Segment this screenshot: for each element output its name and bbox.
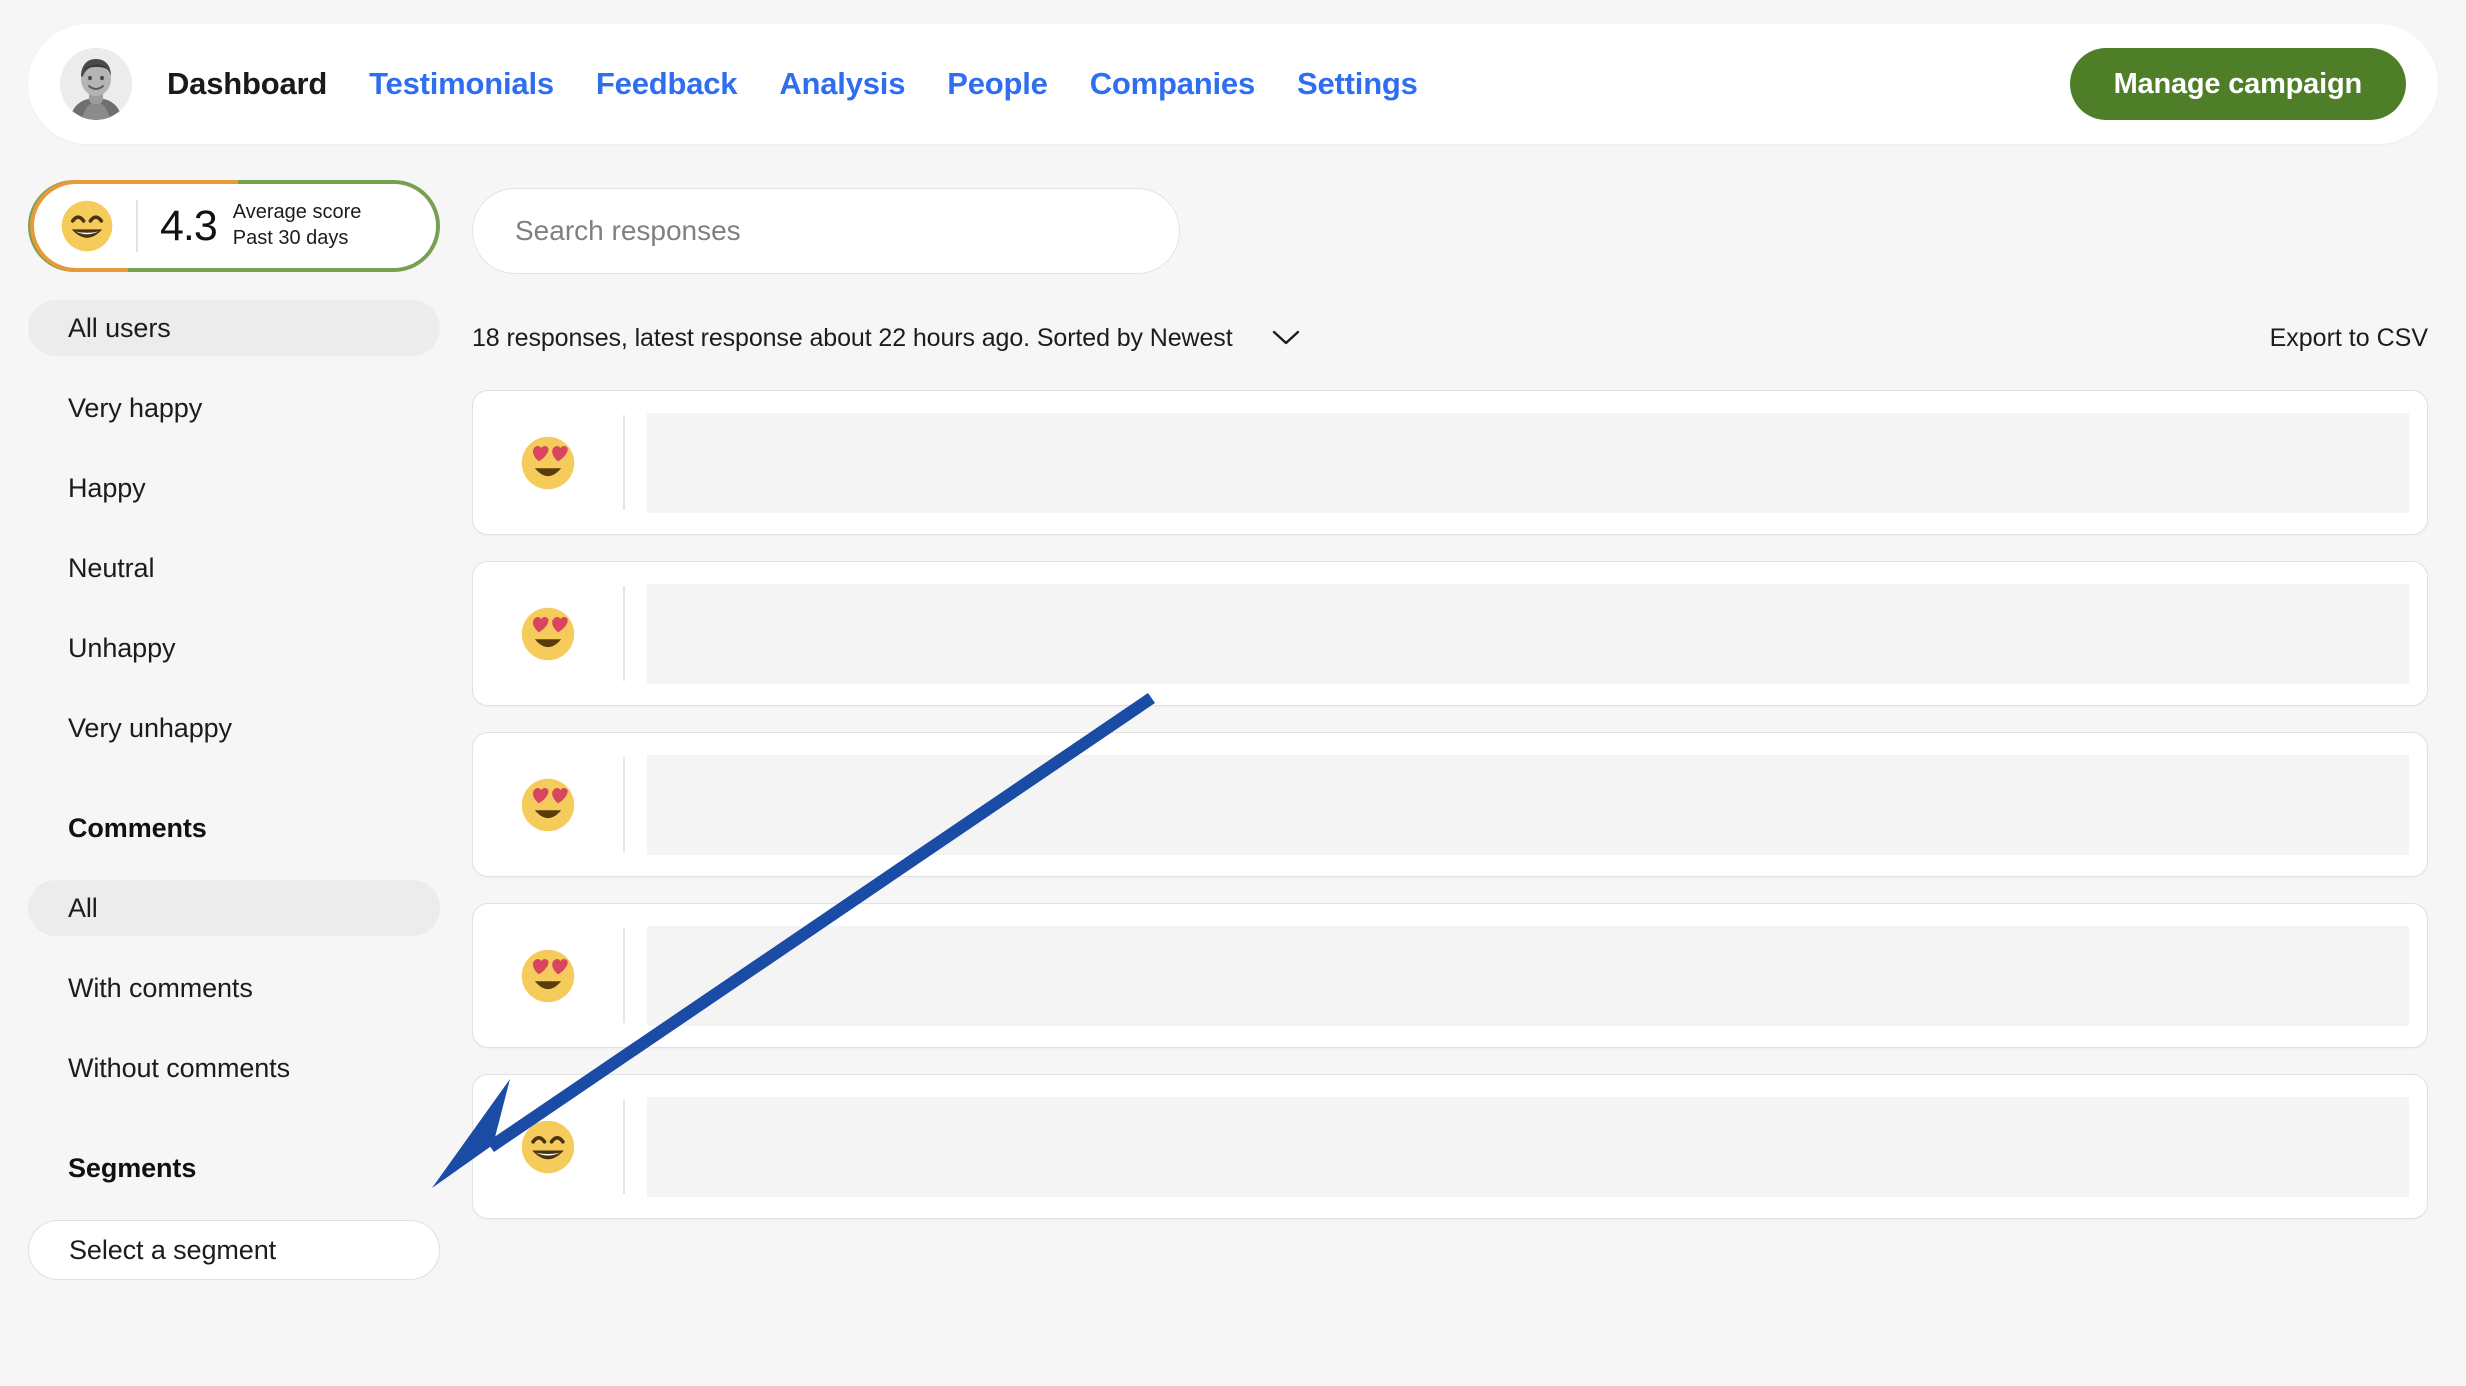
nav-item-feedback[interactable]: Feedback [596,66,738,102]
response-content-placeholder [647,1096,2409,1197]
card-divider [623,586,625,681]
manage-campaign-button[interactable]: Manage campaign [2069,48,2406,120]
response-card[interactable] [472,390,2428,535]
search-input[interactable] [472,188,1180,274]
score-divider [136,200,138,252]
sidebar-item-with-comments[interactable]: With comments [28,960,440,1016]
sidebar-item-all-users[interactable]: All users [28,300,440,356]
sidebar-item-very-happy[interactable]: Very happy [28,380,440,436]
sidebar-item-happy[interactable]: Happy [28,460,440,516]
main-content: 18 responses, latest response about 22 h… [472,188,2438,1245]
sidebar-heading-segments: Segments [68,1152,197,1183]
nav-item-people[interactable]: People [947,66,1048,102]
smiling-face-with-hearts-icon [520,777,576,833]
sidebar-item-without-comments[interactable]: Without comments [28,1040,440,1096]
nav-item-testimonials[interactable]: Testimonials [369,66,554,102]
responses-list [472,390,2438,1219]
card-divider [623,1099,625,1194]
nav-item-settings[interactable]: Settings [1297,66,1418,102]
sidebar-item-neutral[interactable]: Neutral [28,540,440,596]
smiling-face-with-hearts-icon [520,606,576,662]
sidebar-item-unhappy[interactable]: Unhappy [28,620,440,676]
card-divider [623,928,625,1023]
response-card[interactable] [472,561,2428,706]
segment-select[interactable]: Select a segment [28,1220,440,1280]
grinning-squinting-face-icon [60,199,114,253]
response-content-placeholder [647,583,2409,684]
nav-item-companies[interactable]: Companies [1090,66,1255,102]
grinning-squinting-face-icon [520,1119,576,1175]
nav-item-analysis[interactable]: Analysis [779,66,905,102]
response-content-placeholder [647,412,2409,513]
sidebar: 4.3 Average score Past 30 days All users… [28,180,440,1280]
avatar[interactable] [60,48,132,120]
response-card[interactable] [472,1074,2428,1219]
sidebar-heading-comments: Comments [68,812,207,843]
card-divider [623,757,625,852]
response-card[interactable] [472,732,2428,877]
chevron-down-icon[interactable] [1271,323,1301,353]
sidebar-item-comments-all[interactable]: All [28,880,440,936]
average-score-value: 4.3 [160,201,218,250]
response-content-placeholder [647,754,2409,855]
sidebar-item-very-unhappy[interactable]: Very unhappy [28,700,440,756]
responses-meta-row: 18 responses, latest response about 22 h… [472,316,2438,360]
responses-summary-text: 18 responses, latest response about 22 h… [472,323,1233,352]
main-nav: Dashboard Testimonials Feedback Analysis… [167,66,1460,102]
app-root: Dashboard Testimonials Feedback Analysis… [0,0,2466,1386]
smiling-face-with-hearts-icon [520,435,576,491]
response-card[interactable] [472,903,2428,1048]
card-divider [623,415,625,510]
response-content-placeholder [647,925,2409,1026]
average-score-card: 4.3 Average score Past 30 days [28,180,440,272]
top-navigation-bar: Dashboard Testimonials Feedback Analysis… [28,24,2438,144]
nav-item-dashboard[interactable]: Dashboard [167,66,327,102]
export-to-csv-link[interactable]: Export to CSV [2270,324,2438,353]
score-label-primary: Average score [232,201,362,224]
score-card-labels: Average score Past 30 days [233,200,362,251]
score-label-secondary: Past 30 days [232,227,349,249]
smiling-face-with-hearts-icon [520,948,576,1004]
